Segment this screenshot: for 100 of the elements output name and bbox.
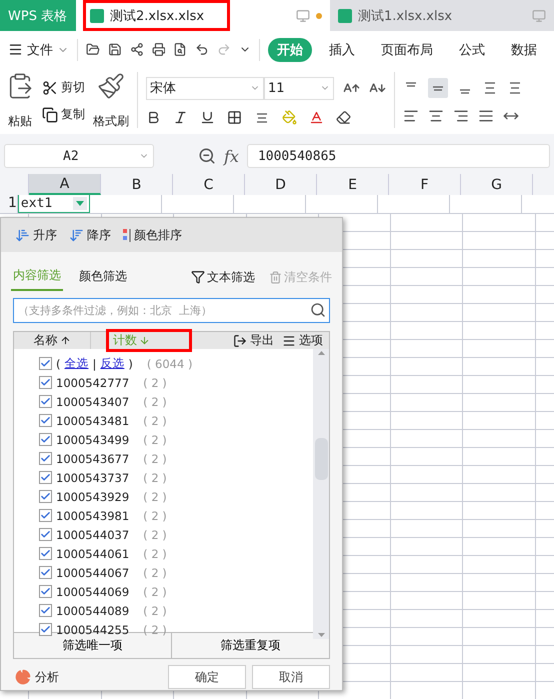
share-icon[interactable] [130, 42, 144, 57]
undo-icon[interactable] [195, 42, 210, 57]
font-color-icon[interactable] [309, 110, 324, 125]
copy-icon [42, 106, 58, 122]
name-box[interactable]: A2 [4, 144, 154, 168]
unsaved-dot [316, 12, 322, 18]
filter-dropdown[interactable] [72, 197, 87, 210]
sort-button[interactable]: 颜色排序 [123, 226, 182, 244]
item-count: ( 2 ) [143, 528, 167, 542]
checkbox[interactable] [39, 433, 52, 446]
search-icon[interactable] [310, 302, 326, 318]
underline-icon[interactable] [200, 110, 215, 125]
justify-icon[interactable] [478, 108, 494, 124]
paste-button[interactable]: 粘贴 [8, 113, 32, 130]
fill-color-icon[interactable] [282, 110, 297, 125]
eraser-icon[interactable] [336, 110, 351, 125]
name-column-header[interactable]: 名称 [14, 332, 91, 349]
filter-tab[interactable]: 颜色筛选 [77, 264, 129, 290]
item-value: 1000544089 [56, 604, 130, 618]
ribbon-tab[interactable]: 插入 [320, 38, 364, 62]
analysis-button[interactable]: 分析 [15, 668, 162, 686]
preview-icon[interactable] [173, 42, 188, 57]
table-cell: ext1 [18, 195, 90, 213]
checkbox[interactable] [39, 585, 52, 598]
item-count: ( 2 ) [143, 604, 167, 618]
item-value: 1000544037 [56, 528, 130, 542]
function-label[interactable]: fx [224, 146, 239, 166]
italic-icon[interactable] [173, 110, 188, 125]
ribbon-tab[interactable]: 公式 [450, 38, 494, 62]
text-filter-button[interactable]: 文本筛选 [191, 268, 255, 286]
select-all-link[interactable]: 全选 [64, 356, 88, 371]
item-count: ( 2 ) [143, 452, 167, 466]
ribbon-tab[interactable]: 页面布局 [372, 38, 442, 62]
file-tab[interactable]: 测试1.xlsx.xlsx [330, 0, 554, 31]
item-value: 1000544069 [56, 584, 130, 598]
printer-icon[interactable] [152, 42, 166, 57]
monitor-icon [296, 8, 310, 22]
invert-selection-link[interactable]: 反选 [100, 356, 124, 371]
sort-button[interactable]: 升序 [15, 226, 57, 244]
pie-chart-icon [15, 669, 31, 685]
paren-text: ) [128, 356, 133, 370]
paren-text: ( [56, 356, 60, 370]
checkbox[interactable] [39, 395, 52, 408]
cancel-button[interactable]: 取消 [252, 665, 330, 689]
checkbox[interactable] [39, 566, 52, 579]
font-select[interactable]: 宋体 [146, 76, 264, 100]
ok-button[interactable]: 确定 [168, 665, 246, 689]
checkbox[interactable] [39, 547, 52, 560]
format-painter-button[interactable]: 格式刷 [93, 113, 129, 130]
paintbrush-icon[interactable] [97, 72, 125, 100]
save-icon[interactable] [108, 42, 122, 57]
row-header[interactable]: 1 [0, 195, 18, 213]
item-count: ( 2 ) [143, 490, 167, 504]
sort-button[interactable]: 降序 [69, 226, 111, 244]
search-field[interactable]: （支持多条件过滤，例如：北京 上海） [13, 298, 330, 323]
open-folder-icon[interactable] [86, 42, 100, 57]
checkbox[interactable] [39, 452, 52, 465]
ribbon-tab[interactable]: 数据 [502, 38, 546, 62]
formula-field[interactable]: 1000540865 [246, 144, 550, 168]
column-header[interactable]: A [29, 174, 101, 195]
align-right-icon[interactable] [453, 108, 469, 124]
item-value: 1000543981 [56, 508, 130, 522]
checkbox[interactable] [39, 376, 52, 389]
zoom-out-icon[interactable] [198, 147, 216, 165]
align-center-icon[interactable] [428, 108, 444, 124]
item-value: 1000544061 [56, 546, 130, 560]
borders-icon[interactable] [227, 110, 242, 125]
options-button[interactable]: 选项 [282, 332, 323, 349]
item-value: 1000543929 [56, 490, 130, 504]
item-count: ( 2 ) [143, 376, 167, 390]
color-sort-icon [123, 228, 131, 242]
export-button[interactable]: 导出 [233, 332, 274, 349]
checkbox[interactable] [39, 414, 52, 427]
font-size-select[interactable]: 11 [264, 76, 334, 100]
checkbox[interactable] [39, 509, 52, 522]
scissors-icon [42, 80, 58, 96]
cut-button[interactable]: 剪切 [42, 79, 85, 96]
separator-text: | [92, 356, 96, 370]
item-value: 1000544067 [56, 566, 130, 580]
spreadsheet-icon [90, 8, 104, 22]
checkbox[interactable] [39, 623, 52, 636]
checkbox[interactable] [39, 357, 52, 370]
checkbox[interactable] [39, 528, 52, 541]
bold-icon[interactable] [146, 110, 161, 125]
checkbox[interactable] [39, 471, 52, 484]
monitor-icon [532, 8, 546, 22]
file-menu[interactable]: 文件 [8, 40, 69, 58]
align-left-icon[interactable] [403, 108, 419, 124]
item-value: 1000543499 [56, 432, 130, 446]
scrollbar[interactable] [313, 349, 329, 639]
scrollbar-thumb[interactable] [314, 438, 328, 480]
checkbox[interactable] [39, 604, 52, 617]
item-count: ( 2 ) [143, 508, 167, 522]
item-value: 1000543737 [56, 470, 130, 484]
copy-button[interactable]: 复制 [42, 106, 85, 123]
checkbox[interactable] [39, 490, 52, 503]
item-count: ( 2 ) [143, 394, 167, 408]
sort-ascending-icon [15, 228, 30, 242]
spreadsheet-icon [338, 8, 352, 22]
triangle-icon [76, 201, 84, 206]
